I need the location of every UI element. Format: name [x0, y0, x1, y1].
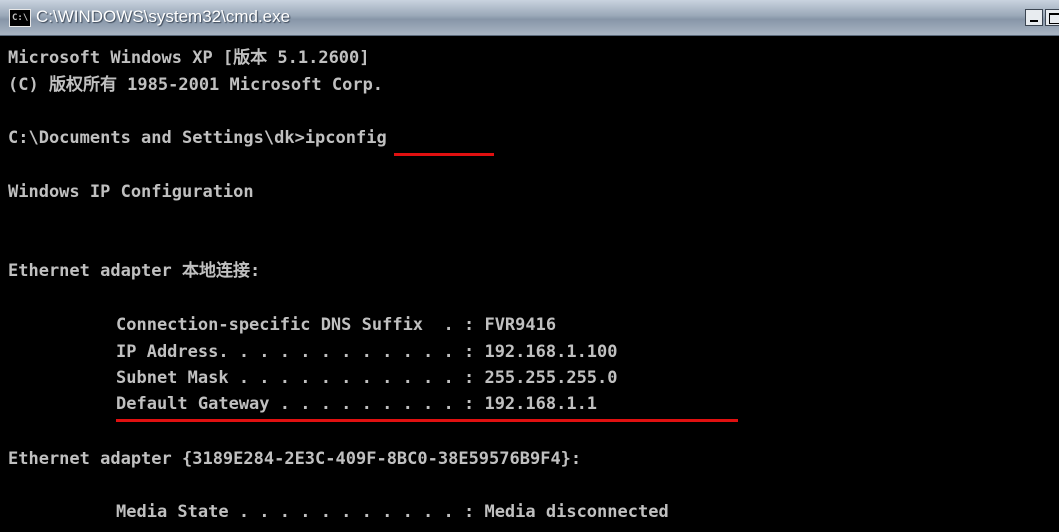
command-underline	[394, 153, 494, 156]
minimize-button[interactable]	[1025, 9, 1043, 26]
ip-address-line: IP Address. . . . . . . . . . . . : 192.…	[116, 342, 618, 362]
default-gateway-line: Default Gateway . . . . . . . . . : 192.…	[116, 394, 598, 414]
adapter-guid-header: Ethernet adapter {3189E284-2E3C-409F-8BC…	[8, 449, 582, 469]
prompt-path: C:\Documents and Settings\dk>	[8, 128, 305, 148]
console-output[interactable]: Microsoft Windows XP [版本 5.1.2600] (C) 版…	[0, 36, 1059, 532]
window-title: C:\WINDOWS\system32\cmd.exe	[36, 7, 291, 26]
gateway-underline	[116, 419, 738, 422]
prompt-command: ipconfig	[304, 128, 387, 148]
media-state-line: Media State . . . . . . . . . . . : Medi…	[116, 502, 669, 522]
ip-config-header: Windows IP Configuration	[8, 182, 254, 202]
adapter-local-header: Ethernet adapter 本地连接:	[8, 261, 261, 281]
title-bar[interactable]: C:\ C:\WINDOWS\system32\cmd.exe	[0, 0, 1059, 36]
cmd-icon[interactable]: C:\	[9, 9, 31, 27]
version-line: Microsoft Windows XP [版本 5.1.2600]	[8, 48, 370, 68]
maximize-button[interactable]	[1045, 9, 1059, 26]
subnet-mask-line: Subnet Mask . . . . . . . . . . . : 255.…	[116, 368, 618, 388]
dns-suffix-line: Connection-specific DNS Suffix . : FVR94…	[116, 315, 557, 335]
cmd-window: C:\ C:\WINDOWS\system32\cmd.exe Microsof…	[0, 0, 1059, 532]
copyright-line: (C) 版权所有 1985-2001 Microsoft Corp.	[8, 75, 384, 95]
prompt-line: C:\Documents and Settings\dk>ipconfig	[8, 127, 387, 149]
